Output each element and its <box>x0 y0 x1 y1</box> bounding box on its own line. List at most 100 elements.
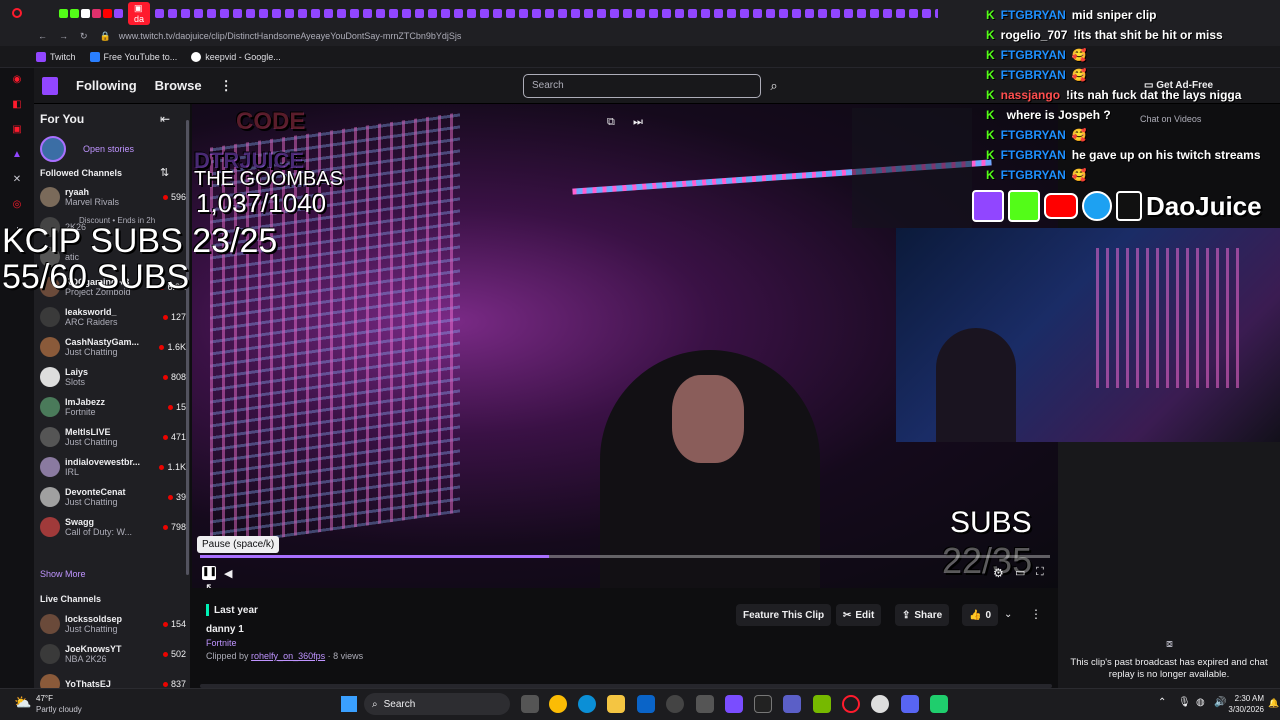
chat-username[interactable]: FTGBRYAN <box>1001 128 1066 142</box>
sidebar-scrollbar[interactable] <box>186 120 189 575</box>
clip-views: · 8 views <box>327 651 364 661</box>
search-icon[interactable]: ⌕ <box>763 74 785 98</box>
chat-username[interactable]: FTGBRYAN <box>1001 148 1066 162</box>
taskbar-date[interactable]: 3/30/2026 <box>1228 705 1264 714</box>
taskbar-search[interactable]: ⌕ Search <box>364 693 510 715</box>
reload-icon[interactable]: ↻ <box>80 31 88 42</box>
file-explorer-icon[interactable] <box>607 695 625 713</box>
copilot-icon[interactable] <box>725 695 743 713</box>
followed-channel-row[interactable]: MeltlsLIVE Just Chatting 471 <box>40 422 186 452</box>
terminal-icon[interactable] <box>754 695 772 713</box>
twitch-logo-icon[interactable] <box>42 76 58 95</box>
bookmark-twitch[interactable]: Twitch <box>36 51 76 62</box>
followed-channel-row[interactable]: Laiys Slots 808 <box>40 362 186 392</box>
url-field[interactable]: www.twitch.tv/daojuice/clip/DistinctHand… <box>119 31 462 41</box>
tab-icons-strip[interactable]: ▣ da <box>58 1 938 25</box>
chat-username[interactable]: FTGBRYAN <box>1001 48 1066 62</box>
followed-channel-row[interactable]: CashNastyGam... Just Chatting 1.6K <box>40 332 186 362</box>
live-dot-icon <box>162 314 168 320</box>
followed-channel-row[interactable]: ryaah Marvel Rivals 596 <box>40 182 186 212</box>
x-app-icon[interactable]: ✕ <box>13 174 21 185</box>
wifi-icon[interactable]: ◍ <box>1196 697 1205 708</box>
outlook-icon[interactable] <box>637 695 655 713</box>
active-tab[interactable]: ▣ da <box>128 1 151 25</box>
pause-icon[interactable]: ❚❚ <box>202 566 217 580</box>
nav-following[interactable]: Following <box>76 78 137 93</box>
clip-game-link[interactable]: Fortnite <box>206 638 237 648</box>
chat-username[interactable]: FTGBRYAN <box>1001 8 1066 22</box>
like-button[interactable]: 👍 0 <box>962 604 999 626</box>
streamer-face <box>672 375 744 463</box>
settings-app-icon[interactable] <box>666 695 684 713</box>
chat-username[interactable]: FTGBRYAN <box>1001 168 1066 182</box>
edge-icon[interactable] <box>578 695 596 713</box>
app-icon-3[interactable]: ▣ <box>12 124 21 135</box>
fullscreen-icon[interactable]: ⛶ <box>1036 566 1044 579</box>
skip-icon[interactable]: ⏭ <box>633 116 643 129</box>
theatre-mode-icon[interactable]: ▭ <box>1015 566 1025 579</box>
video-progress-bar[interactable] <box>200 555 1050 558</box>
like-dropdown-icon[interactable]: ⌄ <box>1004 609 1012 620</box>
taskbar-time[interactable]: 2:30 AM <box>1228 694 1264 703</box>
channel-game: Marvel Rivals <box>65 197 120 207</box>
discord-icon[interactable] <box>901 695 919 713</box>
settings-gear-icon[interactable]: ⚙ <box>993 566 1004 580</box>
twitch-app-icon[interactable]: ▲ <box>12 149 22 160</box>
nav-more-icon[interactable]: ⋮ <box>220 78 233 94</box>
followed-channel-row[interactable]: DevonteCenat Just Chatting 39 <box>40 482 186 512</box>
live-channel-row[interactable]: YoThatsEJ 837 <box>40 669 186 688</box>
live-channel-row[interactable]: JoeKnowsYT NBA 2K26 502 <box>40 639 186 669</box>
opera-taskbar-icon[interactable] <box>842 695 860 713</box>
clip-open-icon[interactable]: ⧉ <box>607 116 615 129</box>
show-more-link[interactable]: Show More <box>40 569 86 579</box>
followed-channel-row[interactable]: indialovewestbr... IRL 1.1K <box>40 452 186 482</box>
followed-channel-row[interactable]: ImJabezz Fortnite 15 <box>40 392 186 422</box>
app-icon-2[interactable]: ◧ <box>12 99 21 110</box>
nvidia-icon[interactable] <box>813 695 831 713</box>
live-channel-row[interactable]: lockssoldsep Just Chatting 154 <box>40 609 186 639</box>
app-icon-4[interactable]: ◎ <box>13 199 22 210</box>
volume-icon[interactable]: ◀ <box>224 567 232 580</box>
chat-username[interactable]: nassjango <box>1001 88 1060 102</box>
chat-username[interactable]: FTGBRYAN <box>1001 68 1066 82</box>
clipper-link[interactable]: rohelfy_on_360fps <box>251 651 325 661</box>
chat-message: Kwhere is Jospeh ? <box>986 108 1111 122</box>
channel-name: leaksworld_ <box>65 307 117 317</box>
chat-username[interactable]: rogelio_707 <box>1001 28 1068 42</box>
opera-icon[interactable] <box>12 8 22 18</box>
bookmark-keepvid[interactable]: keepvid - Google... <box>191 51 281 62</box>
forward-arrow-icon[interactable]: → <box>59 31 68 41</box>
open-stories[interactable]: Open stories <box>40 136 134 162</box>
nav-browse[interactable]: Browse <box>155 78 202 93</box>
speaker-icon[interactable]: 🔊 <box>1214 697 1226 708</box>
sort-icon[interactable]: ⇅ <box>160 166 169 179</box>
weather-icon[interactable]: ⛅ <box>14 694 31 711</box>
kick-badge-icon: K <box>986 28 995 42</box>
kick-badge-icon: K <box>986 128 995 142</box>
more-options-icon[interactable]: ⋮ <box>1030 607 1042 621</box>
bookmark-youtube-converter[interactable]: Free YouTube to... <box>89 51 177 62</box>
followed-channel-row[interactable]: leaksworld_ ARC Raiders 127 <box>40 302 186 332</box>
ccleaner-icon[interactable] <box>871 695 889 713</box>
edit-button[interactable]: ✂ Edit <box>836 604 882 626</box>
back-arrow-icon[interactable]: ← <box>38 31 47 41</box>
collapse-sidebar-icon[interactable]: ⇤ <box>160 112 170 126</box>
mic-icon[interactable]: 🎙 <box>1178 697 1191 708</box>
app-icon-1[interactable]: ◉ <box>13 74 22 85</box>
share-button[interactable]: ⇪ Share <box>895 604 950 626</box>
followed-channel-row[interactable]: Swagg Call of Duty: W... 798 <box>40 512 186 542</box>
tray-chevron-icon[interactable]: ⌃ <box>1158 697 1166 708</box>
snipping-icon[interactable] <box>696 695 714 713</box>
chrome-icon[interactable] <box>549 695 567 713</box>
bookmark-label: Twitch <box>50 51 76 62</box>
teams-icon[interactable] <box>783 695 801 713</box>
viewer-count: 39 <box>167 492 186 502</box>
search-input[interactable]: Search <box>523 74 761 98</box>
chat-message: K FTGBRYAN mid sniper clip <box>986 8 1156 22</box>
notification-icon[interactable]: 🔔 <box>1268 698 1279 709</box>
feature-this-clip-button[interactable]: Feature This Clip <box>736 604 832 626</box>
green-app-icon[interactable] <box>930 695 948 713</box>
viewer-count-value: 808 <box>170 372 186 382</box>
taskview-icon[interactable] <box>521 695 539 713</box>
windows-start-icon[interactable] <box>341 696 357 712</box>
